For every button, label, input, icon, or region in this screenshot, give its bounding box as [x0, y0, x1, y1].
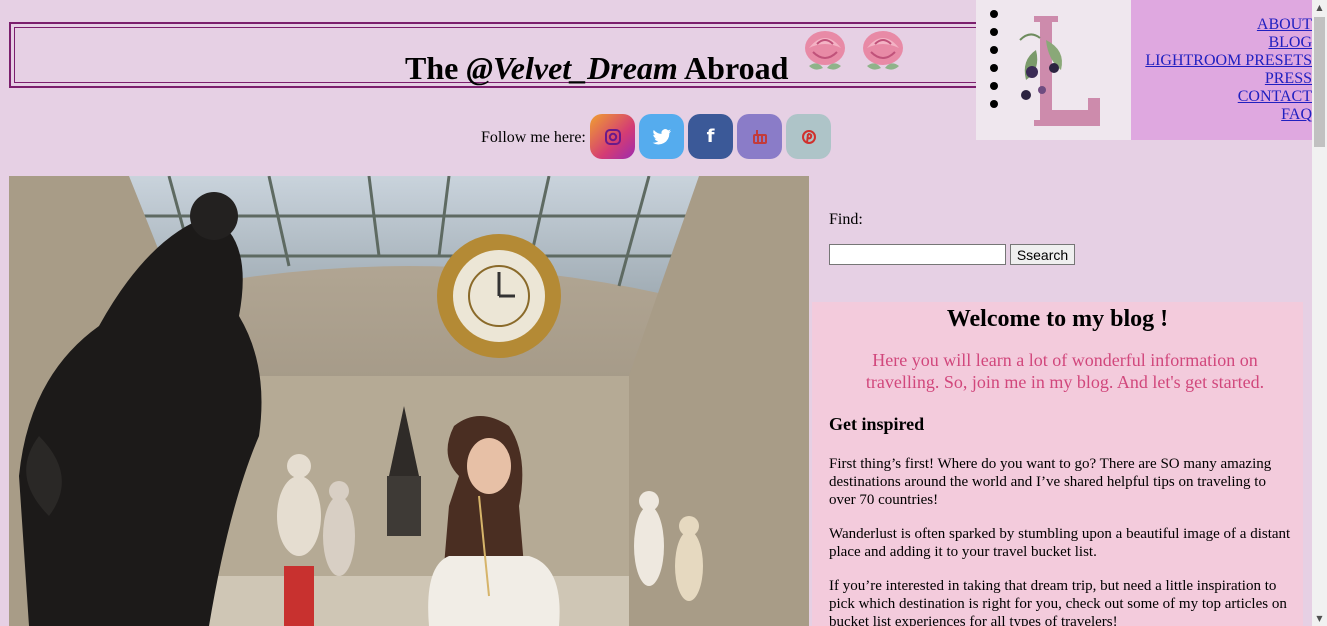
youtube-icon[interactable]: [737, 114, 782, 159]
scroll-thumb[interactable]: [1314, 17, 1325, 147]
facebook-icon[interactable]: f: [688, 114, 733, 159]
vertical-scrollbar[interactable]: ▲ ▼: [1312, 0, 1327, 626]
find-label: Find:: [829, 211, 863, 228]
nav-faq[interactable]: FAQ: [1145, 106, 1312, 124]
welcome-paragraph-1: First thing’s first! Where do you want t…: [829, 456, 1272, 508]
welcome-paragraph-3: If you’re interested in taking that drea…: [829, 578, 1287, 626]
scroll-down-arrow-icon[interactable]: ▼: [1312, 611, 1327, 626]
nav-press[interactable]: PRESS: [1145, 70, 1312, 88]
nav-blog[interactable]: BLOG: [1145, 34, 1312, 52]
nav-contact[interactable]: CONTACT: [1145, 88, 1312, 106]
get-inspired-heading: Get inspired: [829, 414, 925, 434]
nav-lightroom-presets[interactable]: LIGHTROOM PRESETS: [1145, 52, 1312, 70]
site-title: The @Velvet_Dream Abroad: [405, 50, 789, 86]
search-button[interactable]: Ssearch: [1010, 244, 1075, 265]
hero-photo: [9, 176, 809, 626]
rose-icon: [863, 31, 903, 70]
main-nav: ABOUT BLOG LIGHTROOM PRESETS PRESS CONTA…: [1131, 0, 1312, 140]
welcome-intro: Here you will learn a lot of wonderful i…: [865, 350, 1265, 392]
logo-panel: [976, 0, 1131, 140]
search-input[interactable]: [829, 244, 1006, 265]
scroll-up-arrow-icon[interactable]: ▲: [1312, 0, 1327, 15]
instagram-icon[interactable]: [590, 114, 635, 159]
welcome-heading: Welcome to my blog !: [946, 306, 1169, 332]
rose-icon: [805, 31, 845, 70]
welcome-paragraph-2: Wanderlust is often sparked by stumbling…: [829, 526, 1291, 560]
welcome-panel: Welcome to my blog ! Here you will learn…: [812, 302, 1303, 626]
pinterest-icon[interactable]: [786, 114, 831, 159]
follow-label: Follow me here:: [481, 129, 586, 146]
logo-bullets: [990, 10, 998, 118]
nav-about[interactable]: ABOUT: [1145, 16, 1312, 34]
logo-letter-l-icon: [1019, 16, 1100, 126]
twitter-icon[interactable]: [639, 114, 684, 159]
